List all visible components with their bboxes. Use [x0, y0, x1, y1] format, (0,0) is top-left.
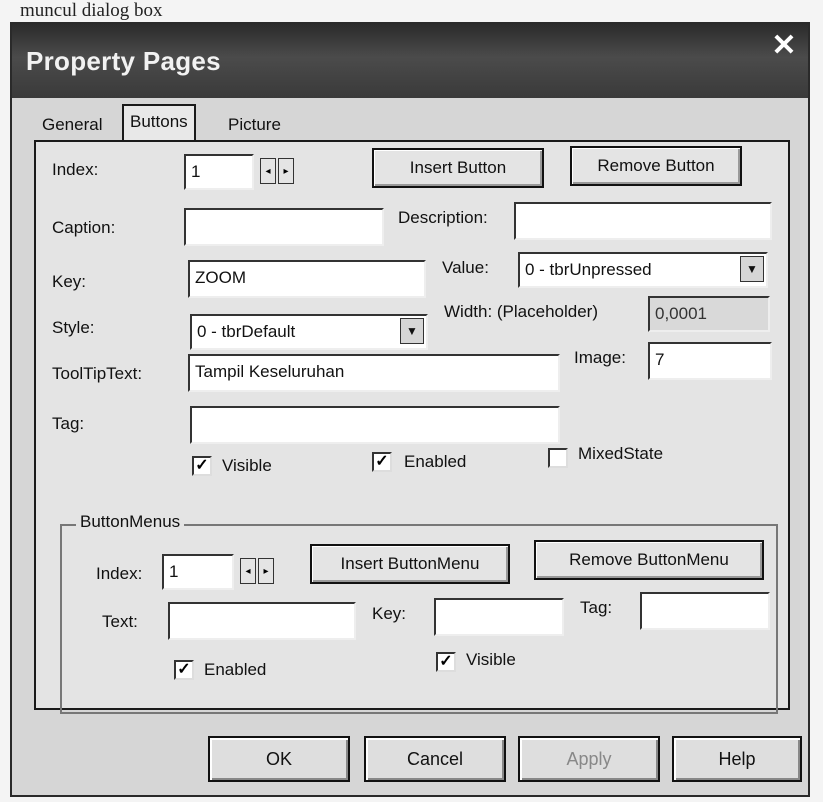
tooltip-field[interactable]: Tampil Keseluruhan — [188, 354, 560, 392]
menu-index-field[interactable]: 1 — [162, 554, 234, 590]
remove-buttonmenu-button[interactable]: Remove ButtonMenu — [534, 540, 764, 580]
chevron-down-icon[interactable]: ▼ — [740, 256, 764, 282]
width-field[interactable]: 0,0001 — [648, 296, 770, 332]
insert-buttonmenu-button[interactable]: Insert ButtonMenu — [310, 544, 510, 584]
mixedstate-checkbox[interactable] — [548, 448, 568, 468]
index-spinner[interactable]: ◂ ▸ — [260, 158, 298, 186]
menu-key-label: Key: — [372, 604, 407, 623]
page-snippet-text: muncul dialog box — [20, 0, 163, 21]
width-label: Width: (Placeholder) — [444, 302, 599, 321]
style-label: Style: — [52, 318, 95, 337]
value-select[interactable]: 0 - tbrUnpressed ▼ — [518, 252, 768, 288]
tooltip-label: ToolTipText: — [52, 364, 143, 383]
mixedstate-label: MixedState — [578, 444, 664, 463]
tag-field[interactable] — [190, 406, 560, 444]
menu-index-spinner[interactable]: ◂ ▸ — [240, 558, 278, 586]
help-button[interactable]: Help — [672, 736, 802, 782]
tab-general[interactable]: General — [36, 110, 108, 140]
menu-enabled-label: Enabled — [204, 660, 267, 679]
cancel-button[interactable]: Cancel — [364, 736, 506, 782]
spin-right-icon[interactable]: ▸ — [258, 558, 274, 584]
tab-picture[interactable]: Picture — [222, 110, 287, 140]
apply-button[interactable]: Apply — [518, 736, 660, 782]
tab-buttons[interactable]: Buttons — [122, 104, 196, 142]
value-select-text: 0 - tbrUnpressed — [525, 260, 652, 279]
index-field[interactable]: 1 — [184, 154, 254, 190]
menu-text-field[interactable] — [168, 602, 356, 640]
caption-label: Caption: — [52, 218, 116, 237]
key-label: Key: — [52, 272, 87, 291]
image-field[interactable]: 7 — [648, 342, 772, 380]
caption-field[interactable] — [184, 208, 384, 246]
menu-enabled-checkbox[interactable]: ✓ — [174, 660, 194, 680]
value-label: Value: — [442, 258, 489, 277]
description-field[interactable] — [514, 202, 772, 240]
menu-visible-label: Visible — [466, 650, 516, 669]
image-label: Image: — [574, 348, 626, 367]
style-select[interactable]: 0 - tbrDefault ▼ — [190, 314, 428, 350]
key-field[interactable]: ZOOM — [188, 260, 426, 298]
visible-label: Visible — [222, 456, 272, 475]
style-select-text: 0 - tbrDefault — [197, 322, 296, 341]
spin-right-icon[interactable]: ▸ — [278, 158, 294, 184]
menu-visible-checkbox[interactable]: ✓ — [436, 652, 456, 672]
ok-button[interactable]: OK — [208, 736, 350, 782]
description-label: Description: — [398, 208, 488, 227]
enabled-checkbox[interactable]: ✓ — [372, 452, 392, 472]
menu-tag-field[interactable] — [640, 592, 770, 630]
menu-tag-label: Tag: — [580, 598, 613, 617]
title-bar: Property Pages ✕ — [12, 24, 808, 98]
property-pages-dialog: Property Pages ✕ General Buttons Picture… — [10, 22, 810, 797]
spin-left-icon[interactable]: ◂ — [260, 158, 276, 184]
enabled-label: Enabled — [404, 452, 467, 471]
menu-index-label: Index: — [96, 564, 143, 583]
tag-label: Tag: — [52, 414, 85, 433]
remove-button-button[interactable]: Remove Button — [570, 146, 742, 186]
chevron-down-icon[interactable]: ▼ — [400, 318, 424, 344]
menu-key-field[interactable] — [434, 598, 564, 636]
spin-left-icon[interactable]: ◂ — [240, 558, 256, 584]
menu-text-label: Text: — [102, 612, 138, 631]
index-label: Index: — [52, 160, 99, 179]
visible-checkbox[interactable]: ✓ — [192, 456, 212, 476]
dialog-title: Property Pages — [26, 46, 221, 76]
insert-button-button[interactable]: Insert Button — [372, 148, 544, 188]
button-menus-title: ButtonMenus — [76, 512, 185, 532]
close-icon[interactable]: ✕ — [768, 30, 800, 62]
